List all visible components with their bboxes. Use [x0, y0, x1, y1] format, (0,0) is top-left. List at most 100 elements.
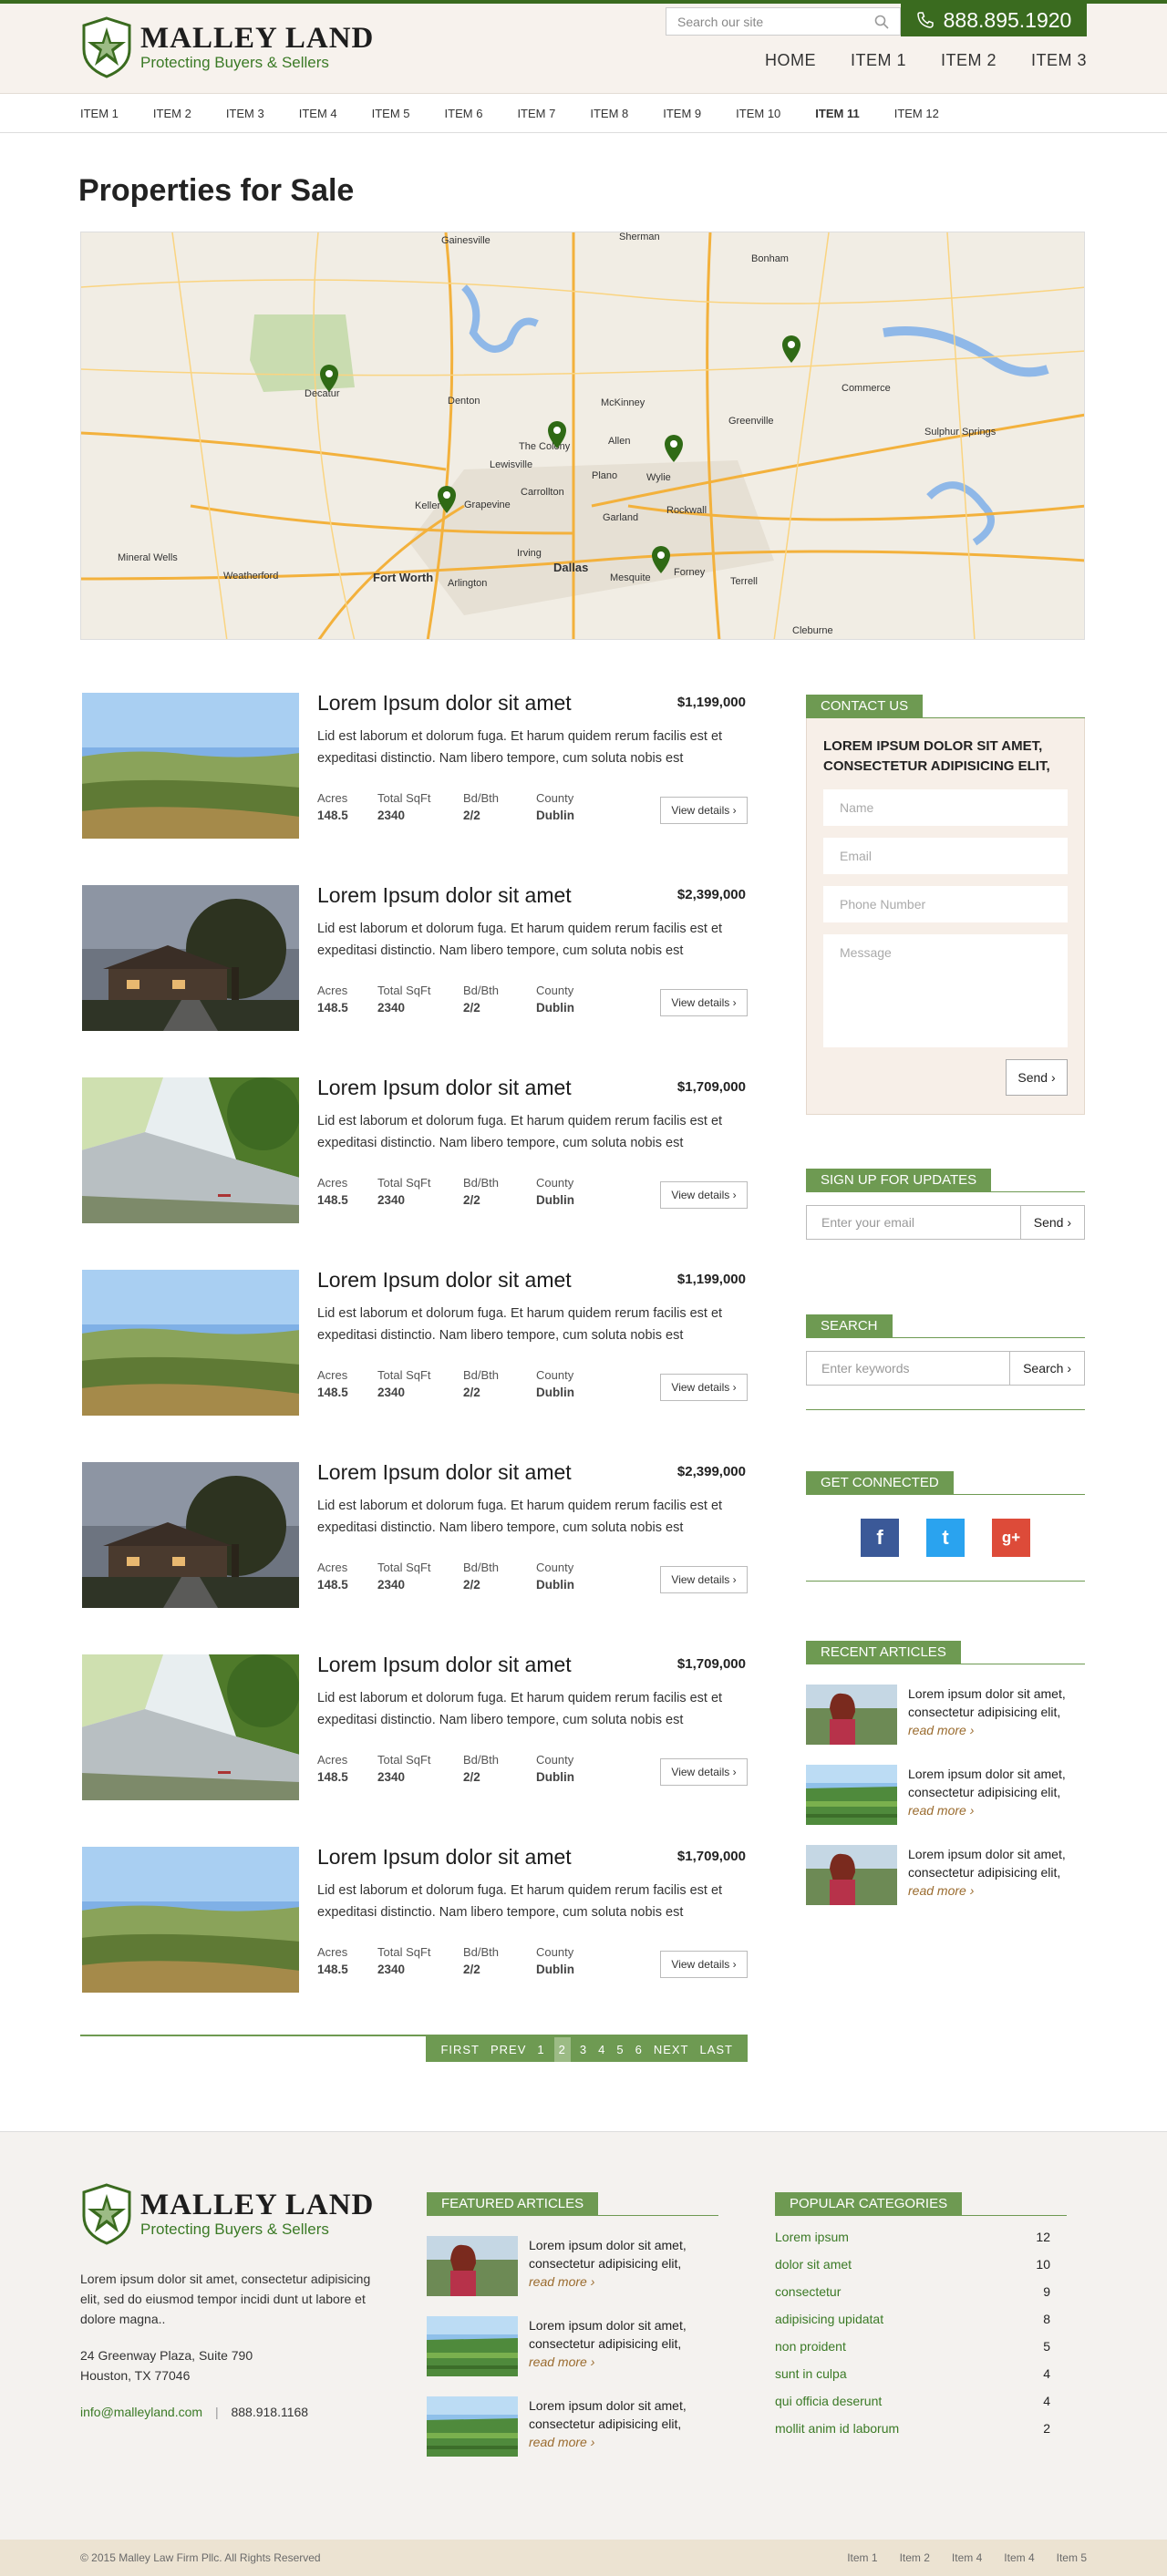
subnav-item-4[interactable]: ITEM 4	[299, 107, 337, 120]
view-details-button[interactable]: View details ›	[660, 989, 748, 1016]
nav-item-3[interactable]: ITEM 3	[1031, 51, 1087, 70]
property-photo-field[interactable]	[82, 1847, 299, 1993]
property-map[interactable]: Gainesville Sherman Bonham Decatur Dento…	[80, 232, 1085, 640]
subnav-item-1[interactable]: ITEM 1	[80, 107, 119, 120]
category-row[interactable]: non proident 5	[775, 2333, 1067, 2360]
property-title[interactable]: Lorem Ipsum dolor sit amet	[317, 1460, 572, 1485]
site-logo[interactable]: MALLEY LAND Protecting Buyers & Sellers	[80, 16, 374, 78]
property-title[interactable]: Lorem Ipsum dolor sit amet	[317, 883, 572, 908]
search-keywords-input[interactable]: Enter keywords	[807, 1352, 1009, 1385]
subnav-item-5[interactable]: ITEM 5	[372, 107, 410, 120]
category-link[interactable]: non proident	[775, 2339, 846, 2354]
property-title[interactable]: Lorem Ipsum dolor sit amet	[317, 1653, 572, 1677]
site-search-input[interactable]: Search our site	[666, 7, 901, 36]
footer-link[interactable]: Item 1	[847, 2551, 877, 2564]
property-photo-house[interactable]	[82, 885, 299, 1031]
property-photo-river[interactable]	[82, 1654, 299, 1800]
search-icon[interactable]	[874, 15, 889, 29]
page-number[interactable]: 5	[616, 2043, 624, 2056]
article-thumbnail[interactable]	[427, 2396, 518, 2457]
subnav-item-9[interactable]: ITEM 9	[663, 107, 701, 120]
article-item[interactable]: Lorem ipsum dolor sit amet, consectetur …	[427, 2316, 718, 2376]
footer-logo[interactable]: MALLEY LAND Protecting Buyers & Sellers	[80, 2183, 387, 2245]
phone-button[interactable]: 888.895.1920	[901, 4, 1087, 36]
category-link[interactable]: mollit anim id laborum	[775, 2421, 899, 2436]
read-more-link[interactable]: read more ›	[908, 1723, 974, 1737]
article-thumbnail[interactable]	[806, 1765, 897, 1825]
article-item[interactable]: Lorem ipsum dolor sit amet, consectetur …	[806, 1765, 1085, 1825]
category-row[interactable]: dolor sit amet 10	[775, 2251, 1067, 2278]
view-details-button[interactable]: View details ›	[660, 1181, 748, 1209]
view-details-button[interactable]: View details ›	[660, 1951, 748, 1978]
nav-item-2[interactable]: ITEM 2	[941, 51, 997, 70]
search-button[interactable]: Search ›	[1009, 1352, 1084, 1385]
property-title[interactable]: Lorem Ipsum dolor sit amet	[317, 691, 572, 716]
footer-link[interactable]: Item 4	[1004, 2551, 1034, 2564]
category-link[interactable]: adipisicing upidatat	[775, 2312, 883, 2326]
category-row[interactable]: mollit anim id laborum 2	[775, 2415, 1067, 2442]
contact-name-field[interactable]: Name	[823, 789, 1068, 826]
property-photo-house[interactable]	[82, 1462, 299, 1608]
article-item[interactable]: Lorem ipsum dolor sit amet, consectetur …	[427, 2236, 718, 2296]
page-number[interactable]: 1	[537, 2043, 544, 2056]
read-more-link[interactable]: read more ›	[529, 2435, 594, 2449]
subnav-item-10[interactable]: ITEM 10	[736, 107, 780, 120]
subnav-item-11[interactable]: ITEM 11	[815, 107, 859, 120]
property-title[interactable]: Lorem Ipsum dolor sit amet	[317, 1076, 572, 1100]
category-link[interactable]: qui officia deserunt	[775, 2394, 882, 2408]
category-link[interactable]: Lorem ipsum	[775, 2230, 849, 2244]
page-number[interactable]: 4	[598, 2043, 605, 2056]
footer-link[interactable]: Item 4	[952, 2551, 982, 2564]
subnav-item-2[interactable]: ITEM 2	[153, 107, 191, 120]
article-thumbnail[interactable]	[427, 2316, 518, 2376]
view-details-button[interactable]: View details ›	[660, 1566, 748, 1593]
footer-email-link[interactable]: info@malleyland.com	[80, 2405, 202, 2419]
view-details-button[interactable]: View details ›	[660, 797, 748, 824]
article-thumbnail[interactable]	[806, 1685, 897, 1745]
subnav-item-3[interactable]: ITEM 3	[226, 107, 264, 120]
property-photo-field[interactable]	[82, 1270, 299, 1416]
nav-item-home[interactable]: HOME	[765, 51, 816, 70]
page-next[interactable]: NEXT	[654, 2043, 689, 2056]
article-item[interactable]: Lorem ipsum dolor sit amet, consectetur …	[806, 1845, 1085, 1905]
page-number[interactable]: 3	[580, 2043, 587, 2056]
category-row[interactable]: consectetur 9	[775, 2278, 1067, 2305]
contact-send-button[interactable]: Send ›	[1006, 1059, 1068, 1096]
read-more-link[interactable]: read more ›	[908, 1883, 974, 1898]
contact-phone-field[interactable]: Phone Number	[823, 886, 1068, 922]
footer-link[interactable]: Item 5	[1057, 2551, 1087, 2564]
signup-email-input[interactable]: Enter your email	[807, 1206, 1020, 1239]
signup-send-button[interactable]: Send ›	[1019, 1206, 1084, 1239]
category-link[interactable]: sunt in culpa	[775, 2366, 847, 2381]
read-more-link[interactable]: read more ›	[529, 2274, 594, 2289]
article-thumbnail[interactable]	[427, 2236, 518, 2296]
subnav-item-12[interactable]: ITEM 12	[894, 107, 939, 120]
page-number-current[interactable]: 2	[553, 2036, 571, 2062]
contact-email-field[interactable]: Email	[823, 838, 1068, 874]
facebook-icon[interactable]: f	[861, 1519, 899, 1557]
read-more-link[interactable]: read more ›	[529, 2354, 594, 2369]
subnav-item-6[interactable]: ITEM 6	[445, 107, 483, 120]
property-photo-field[interactable]	[82, 693, 299, 839]
google-plus-icon[interactable]: g+	[992, 1519, 1030, 1557]
category-row[interactable]: adipisicing upidatat 8	[775, 2305, 1067, 2333]
category-link[interactable]: dolor sit amet	[775, 2257, 852, 2272]
category-row[interactable]: Lorem ipsum 12	[775, 2223, 1067, 2251]
view-details-button[interactable]: View details ›	[660, 1758, 748, 1786]
page-number[interactable]: 6	[635, 2043, 643, 2056]
page-prev[interactable]: PREV	[491, 2043, 526, 2056]
category-row[interactable]: qui officia deserunt 4	[775, 2387, 1067, 2415]
nav-item-1[interactable]: ITEM 1	[851, 51, 906, 70]
article-item[interactable]: Lorem ipsum dolor sit amet, consectetur …	[806, 1685, 1085, 1745]
property-title[interactable]: Lorem Ipsum dolor sit amet	[317, 1268, 572, 1293]
contact-message-field[interactable]: Message	[823, 934, 1068, 1047]
read-more-link[interactable]: read more ›	[908, 1803, 974, 1818]
property-title[interactable]: Lorem Ipsum dolor sit amet	[317, 1845, 572, 1870]
page-last[interactable]: LAST	[699, 2043, 733, 2056]
article-item[interactable]: Lorem ipsum dolor sit amet, consectetur …	[427, 2396, 718, 2457]
category-link[interactable]: consectetur	[775, 2284, 841, 2299]
subnav-item-8[interactable]: ITEM 8	[590, 107, 628, 120]
footer-link[interactable]: Item 2	[900, 2551, 930, 2564]
page-first[interactable]: FIRST	[440, 2043, 480, 2056]
subnav-item-7[interactable]: ITEM 7	[517, 107, 555, 120]
